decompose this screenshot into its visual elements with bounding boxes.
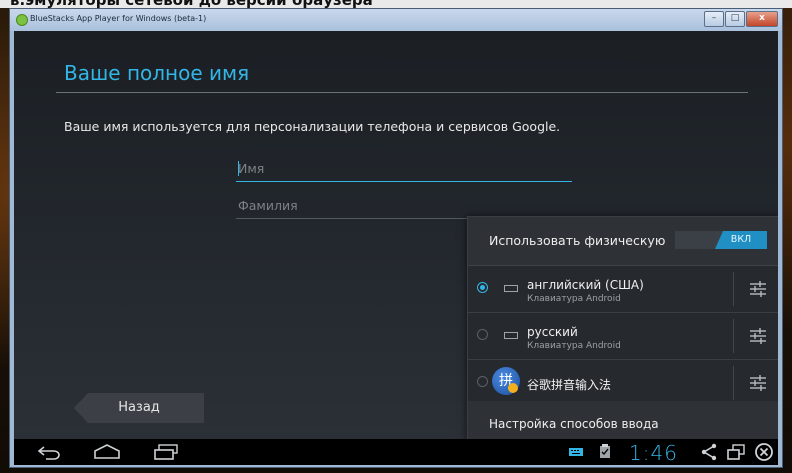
- close-app-icon[interactable]: [754, 442, 774, 462]
- toggle-on-label: ВКЛ: [715, 231, 767, 249]
- window-mode-icon[interactable]: [726, 443, 746, 461]
- window-controls: – □ x: [703, 11, 778, 27]
- ime-name: 谷歌拼音输入法: [527, 378, 612, 392]
- input-method-popup: Использовать физическую клавиатуру ВКЛ а…: [467, 216, 778, 448]
- last-name-input[interactable]: [236, 194, 576, 216]
- status-clock: 1:46: [629, 441, 678, 465]
- ime-radio-russian[interactable]: [477, 329, 488, 340]
- first-name-field[interactable]: [236, 157, 576, 182]
- desktop-caption: в.эмуляторы сетевой до версии браузера: [0, 0, 792, 8]
- desktop-caption-text: в.эмуляторы сетевой до версии браузера: [10, 0, 373, 8]
- maximize-button[interactable]: □: [725, 11, 745, 27]
- text-cursor: [238, 161, 239, 176]
- window-title: BlueStacks App Player for Windows (beta-…: [30, 14, 207, 23]
- ime-settings-icon[interactable]: [748, 373, 768, 393]
- ime-name: английский (США): [527, 278, 644, 292]
- home-nav-icon[interactable]: [92, 443, 122, 461]
- ime-divider: [733, 319, 734, 353]
- ime-item-pinyin[interactable]: 拼 谷歌拼音输入法: [468, 360, 778, 406]
- pinyin-badge-icon: [508, 383, 518, 393]
- ime-settings-label: Настройка способов ввода: [489, 417, 659, 431]
- close-button[interactable]: x: [746, 11, 778, 27]
- title-divider: [56, 92, 748, 93]
- recent-apps-icon[interactable]: [152, 443, 180, 461]
- bluestacks-icon: [16, 14, 28, 26]
- physical-keyboard-label: Использовать физическую клавиатуру: [489, 233, 669, 248]
- minimize-button[interactable]: –: [704, 11, 724, 27]
- ime-item-english[interactable]: английский (США) Клавиатура Android: [468, 266, 778, 313]
- page-title: Ваше полное имя: [64, 61, 250, 85]
- keyboard-status-icon[interactable]: [568, 446, 584, 458]
- physical-keyboard-toggle[interactable]: ВКЛ: [675, 231, 767, 249]
- first-name-input[interactable]: [236, 157, 576, 179]
- ime-settings-icon[interactable]: [748, 279, 768, 299]
- ime-radio-pinyin[interactable]: [477, 376, 488, 387]
- name-description: Ваше имя используется для персонализации…: [64, 119, 561, 134]
- keyboard-icon: [504, 332, 518, 339]
- back-nav-icon[interactable]: [36, 443, 62, 461]
- ime-name: русский: [527, 325, 578, 339]
- ime-settings-icon[interactable]: [748, 326, 768, 346]
- window-titlebar[interactable]: BlueStacks App Player for Windows (beta-…: [10, 9, 782, 31]
- ime-item-russian[interactable]: русский Клавиатура Android: [468, 313, 778, 360]
- ime-divider: [733, 366, 734, 400]
- ime-divider: [733, 272, 734, 306]
- keyboard-icon: [504, 285, 518, 292]
- back-button[interactable]: Назад: [74, 393, 204, 423]
- share-icon[interactable]: [700, 443, 718, 461]
- clipboard-icon: [600, 444, 610, 458]
- ime-subtitle: Клавиатура Android: [527, 341, 621, 351]
- android-screen: Ваше полное имя Ваше имя используется дл…: [14, 31, 778, 465]
- ime-radio-english[interactable]: [477, 282, 488, 293]
- bluestacks-window: BlueStacks App Player for Windows (beta-…: [9, 8, 783, 468]
- ime-subtitle: Клавиатура Android: [527, 294, 621, 304]
- physical-keyboard-row[interactable]: Использовать физическую клавиатуру ВКЛ: [468, 217, 778, 266]
- android-system-bar: 1:46: [14, 439, 778, 465]
